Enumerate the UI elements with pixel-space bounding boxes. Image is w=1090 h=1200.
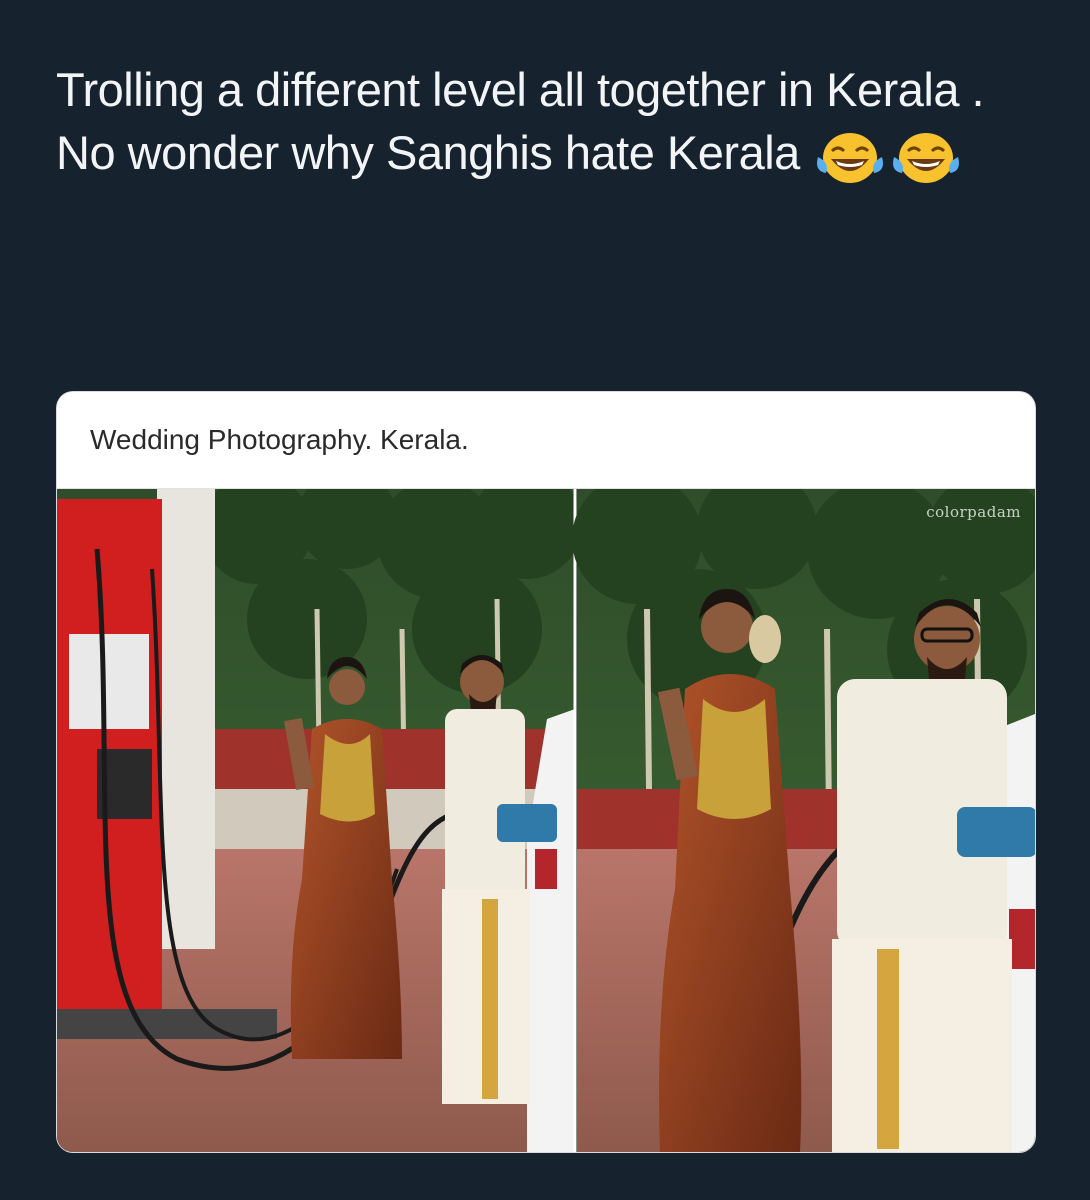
wedding-photo-illustration (57, 489, 1035, 1152)
face-with-tears-of-joy-icon (816, 132, 883, 183)
right-photo (572, 489, 1035, 1152)
emoji-row (814, 127, 962, 187)
photo-watermark: colorpadam (926, 503, 1021, 521)
wedding-photo-collage[interactable]: colorpadam (57, 489, 1035, 1152)
card-header: Wedding Photography. Kerala. (57, 392, 1035, 489)
face-with-tears-of-joy-icon (892, 132, 959, 183)
post-caption: Trolling a different level all together … (56, 58, 1046, 187)
shared-post-card[interactable]: Wedding Photography. Kerala. colorpadam (57, 392, 1035, 1152)
card-header-text: Wedding Photography. Kerala. (90, 424, 469, 455)
left-photo (57, 489, 582, 1152)
